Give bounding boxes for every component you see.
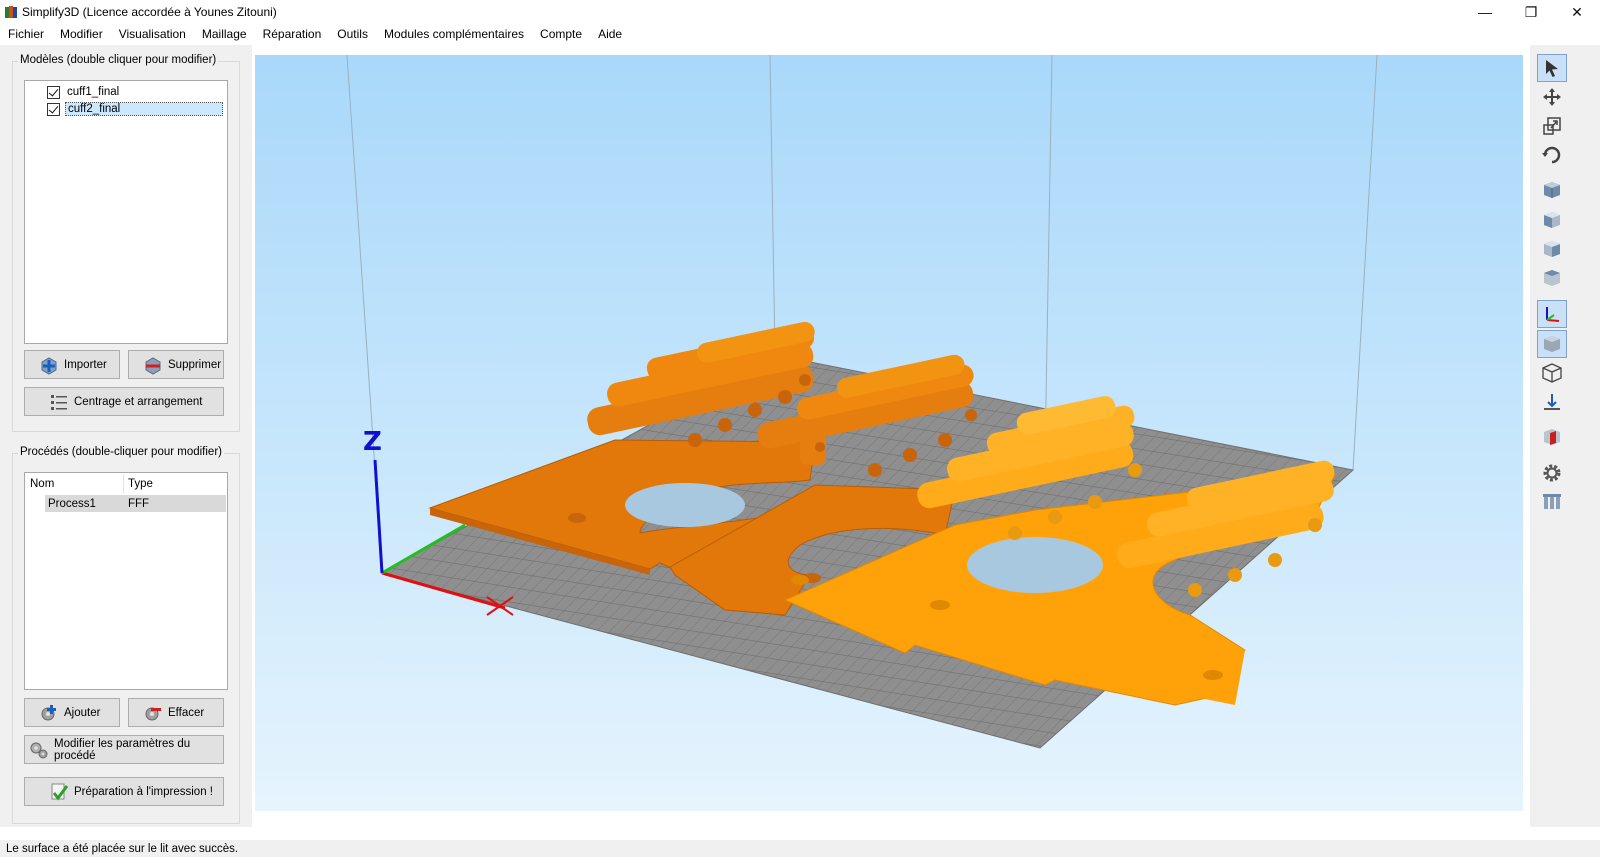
- menu-aide[interactable]: Aide: [598, 27, 622, 41]
- table-row[interactable]: Process1 FFF: [45, 495, 226, 512]
- arrange-icon: [51, 394, 67, 410]
- model-cutout: [967, 537, 1103, 593]
- processes-group: Procédés (double-cliquer pour modifier) …: [12, 446, 240, 824]
- menu-reparation[interactable]: Réparation: [263, 27, 322, 41]
- menu-outils[interactable]: Outils: [337, 27, 368, 41]
- column-header-type[interactable]: Type: [124, 474, 224, 494]
- model-checkbox[interactable]: [47, 102, 60, 116]
- checkmark-doc-icon: [51, 783, 69, 800]
- import-label: Importer: [64, 358, 107, 371]
- view-front[interactable]: [1537, 206, 1567, 234]
- models-group: Modèles (double cliquer pour modifier) c…: [12, 54, 240, 432]
- processes-group-title: Procédés (double-cliquer pour modifier): [18, 446, 224, 458]
- processes-table[interactable]: Nom Type Process1 FFF: [24, 472, 228, 690]
- model-cutout: [625, 483, 745, 527]
- gear-icon: [1543, 464, 1561, 482]
- menu-modules[interactable]: Modules complémentaires: [384, 27, 524, 41]
- delete-button[interactable]: Supprimer: [128, 350, 224, 379]
- status-text: Le surface a été placée sur le lit avec …: [6, 842, 239, 855]
- view-cube-default-icon: [1544, 182, 1560, 198]
- scale-icon: [1543, 117, 1561, 135]
- view-cube-front-icon: [1544, 212, 1560, 228]
- menu-maillage[interactable]: Maillage: [202, 27, 247, 41]
- view-cube-top-icon: [1544, 270, 1560, 286]
- bed-view[interactable]: [1537, 388, 1567, 416]
- edit-process-settings-button[interactable]: Modifier les paramètres du procédé: [24, 735, 224, 764]
- rotate-icon: [1542, 146, 1561, 164]
- erase-gear-icon: [145, 707, 161, 720]
- axes-icon: [1546, 307, 1560, 322]
- cross-section-icon: [1544, 429, 1560, 445]
- left-panel: Modèles (double cliquer pour modifier) c…: [0, 45, 252, 827]
- delete-label: Supprimer: [168, 358, 222, 371]
- add-process-button[interactable]: Ajouter: [24, 698, 120, 727]
- menu-fichier[interactable]: Fichier: [8, 27, 44, 41]
- close-button[interactable]: ✕: [1554, 0, 1600, 24]
- model-checkbox[interactable]: [47, 85, 60, 99]
- edit-process-label: Modifier les paramètres du procédé: [54, 737, 191, 762]
- view-top[interactable]: [1537, 264, 1567, 292]
- toggle-axes[interactable]: [1537, 300, 1567, 328]
- title-bar: Simplify3D (Licence accordée à Younes Zi…: [0, 0, 1600, 24]
- models-list[interactable]: cuff1_final cuff2_final: [24, 80, 228, 344]
- model-label: cuff1_final: [67, 86, 120, 98]
- select-arrow-icon: [1546, 60, 1558, 77]
- viewport-scene: Z: [346, 55, 1378, 749]
- settings-tool[interactable]: [1537, 459, 1567, 487]
- move-tool[interactable]: [1537, 83, 1567, 111]
- erase-process-button[interactable]: Effacer: [128, 698, 224, 727]
- import-button[interactable]: Importer: [24, 350, 120, 379]
- maximize-button[interactable]: ❐: [1508, 0, 1554, 24]
- build-volume-tool[interactable]: [1537, 488, 1567, 516]
- view-side[interactable]: [1537, 235, 1567, 263]
- wireframe-cube-icon: [1542, 363, 1562, 383]
- menu-modifier[interactable]: Modifier: [60, 27, 103, 41]
- add-gear-icon: [41, 704, 56, 720]
- z-axis-label: Z: [363, 427, 382, 457]
- center-arrange-label: Centrage et arrangement: [74, 395, 203, 408]
- 3d-viewport[interactable]: Z: [255, 55, 1523, 811]
- process-name-cell: Process1: [48, 497, 96, 510]
- right-toolbar: [1530, 45, 1600, 827]
- status-bar: Le surface a été placée sur le lit avec …: [0, 840, 1600, 857]
- prepare-print-label: Préparation à l'impression !: [74, 785, 213, 798]
- prepare-print-button[interactable]: Préparation à l'impression !: [24, 777, 224, 806]
- solid-cube-icon: [1544, 336, 1560, 352]
- solid-view[interactable]: [1537, 330, 1567, 358]
- move-icon: [1543, 88, 1561, 106]
- rotate-tool[interactable]: [1537, 141, 1567, 169]
- build-volume-edge: [769, 55, 776, 356]
- import-plus-icon: [41, 356, 57, 375]
- model-label: cuff2_final: [65, 102, 223, 116]
- wireframe-view[interactable]: [1537, 359, 1567, 387]
- erase-process-label: Effacer: [168, 706, 205, 719]
- select-tool[interactable]: [1537, 54, 1567, 82]
- cross-section-view[interactable]: [1537, 423, 1567, 451]
- view-cube-side-icon: [1544, 241, 1560, 257]
- build-volume-edge: [1352, 55, 1378, 471]
- add-process-label: Ajouter: [64, 706, 101, 719]
- scale-tool[interactable]: [1537, 112, 1567, 140]
- column-header-nom[interactable]: Nom: [26, 474, 124, 494]
- settings-gears-icon: [30, 742, 48, 758]
- delete-minus-icon: [145, 356, 161, 375]
- minimize-button[interactable]: —: [1462, 0, 1508, 24]
- build-volume-icon: [1543, 494, 1561, 509]
- process-type-cell: FFF: [128, 497, 150, 510]
- models-group-title: Modèles (double cliquer pour modifier): [18, 54, 219, 66]
- model-item-selected[interactable]: cuff2_final: [47, 101, 227, 117]
- view-default[interactable]: [1537, 176, 1567, 204]
- simplify3d-logo-icon: [5, 6, 17, 18]
- menu-visualisation[interactable]: Visualisation: [119, 27, 186, 41]
- z-axis: [373, 459, 384, 574]
- bed-icon: [1544, 394, 1560, 410]
- menu-compte[interactable]: Compte: [540, 27, 582, 41]
- menu-bar: Fichier Modifier Visualisation Maillage …: [0, 24, 1600, 44]
- model-item[interactable]: cuff1_final: [47, 84, 227, 100]
- window-title: Simplify3D (Licence accordée à Younes Zi…: [22, 5, 277, 19]
- center-arrange-button[interactable]: Centrage et arrangement: [24, 387, 224, 416]
